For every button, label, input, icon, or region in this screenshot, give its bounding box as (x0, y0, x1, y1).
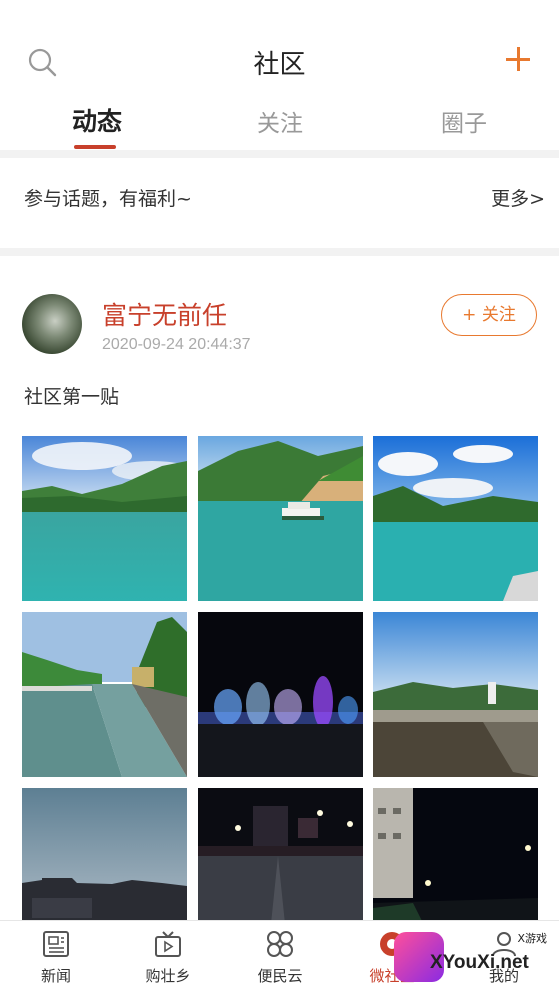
app-header: 社区 动态 关注 圈子 (0, 0, 559, 150)
post-author[interactable]: 富宁无前任 (102, 296, 227, 332)
nav-label: 购壮乡 (145, 967, 191, 985)
tab-guanzhu[interactable]: 关注 (220, 104, 340, 138)
divider (0, 150, 559, 158)
follow-button[interactable]: + 关注 (441, 294, 537, 336)
divider (0, 248, 559, 256)
avatar[interactable] (22, 294, 82, 354)
active-tab-indicator (74, 145, 116, 149)
photo-riverbank[interactable] (373, 612, 538, 777)
tab-bar: 动态 关注 圈子 (0, 100, 559, 150)
post-time: 2020-09-24 20:44:37 (102, 336, 251, 353)
nav-label: 新闻 (40, 967, 71, 985)
tab-dongtai[interactable]: 动态 (37, 102, 157, 138)
photo-fountain-night[interactable] (198, 612, 363, 777)
nav-news[interactable]: 新闻 (0, 929, 112, 986)
nav-label: 便民云 (257, 967, 303, 985)
nav-shop[interactable]: 购壮乡 (112, 929, 224, 986)
tab-quanzi[interactable]: 圈子 (404, 104, 524, 138)
photo-lake-1[interactable] (22, 436, 187, 601)
topic-banner[interactable]: 参与话题，有福利~ 更多> (0, 158, 559, 248)
watermark: X游戏 XYouXi.net (384, 926, 559, 990)
watermark-text: XYouXi.net (430, 952, 529, 973)
news-icon (43, 931, 69, 957)
photo-lake-2[interactable] (198, 436, 363, 601)
bottom-nav: 新闻 购壮乡 便民云 微社区 我的 X游戏 XYouXi.net (0, 920, 559, 994)
grid-icon (267, 931, 293, 957)
page-title: 社区 (253, 50, 306, 80)
tv-icon (155, 931, 181, 957)
topic-more-link[interactable]: 更多> (491, 184, 545, 211)
photo-lake-3[interactable] (373, 436, 538, 601)
post-content: 社区第一贴 (24, 386, 120, 408)
watermark-small-text: X游戏 (517, 932, 547, 945)
nav-service[interactable]: 便民云 (224, 929, 336, 986)
photo-river-canal[interactable] (22, 612, 187, 777)
topic-text: 参与话题，有福利~ (24, 188, 192, 210)
plus-icon[interactable] (505, 46, 531, 72)
